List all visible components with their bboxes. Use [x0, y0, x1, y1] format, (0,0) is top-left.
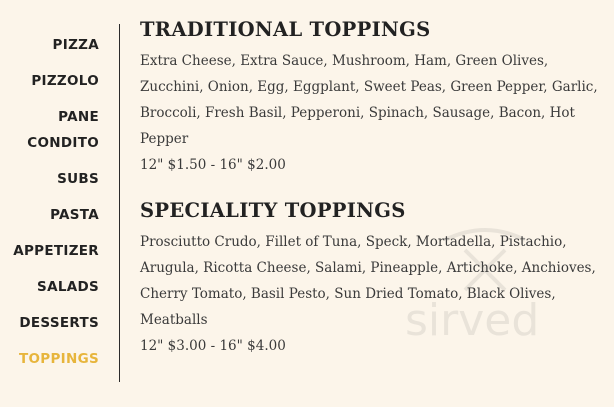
section-title: SPECIALITY TOPPINGS [140, 199, 406, 222]
nav-item-salads[interactable]: SALADS [0, 274, 119, 300]
speciality-toppings-section: SPECIALITY TOPPINGS Prosciutto Crudo, Fi… [140, 199, 600, 359]
section-items: Prosciutto Crudo, Fillet of Tuna, Speck,… [140, 234, 596, 328]
nav-item-desserts[interactable]: DESSERTS [0, 310, 119, 336]
section-price: 12" $1.50 - 16" $2.00 [140, 157, 286, 173]
category-sidebar: PIZZA PIZZOLO PANE CONDITO SUBS PASTA AP… [0, 24, 120, 382]
nav-item-pizza[interactable]: PIZZA [0, 32, 119, 58]
nav-item-appetizer[interactable]: APPETIZER [0, 238, 119, 264]
section-items: Extra Cheese, Extra Sauce, Mushroom, Ham… [140, 53, 598, 147]
nav-item-pasta[interactable]: PASTA [0, 202, 119, 228]
nav-item-toppings[interactable]: TOPPINGS [0, 346, 119, 372]
section-title: TRADITIONAL TOPPINGS [140, 18, 431, 41]
traditional-toppings-section: TRADITIONAL TOPPINGS Extra Cheese, Extra… [140, 18, 600, 178]
nav-item-pane-condito[interactable]: PANE CONDITO [0, 104, 119, 156]
nav-item-pizzolo[interactable]: PIZZOLO [0, 68, 119, 94]
nav-item-subs[interactable]: SUBS [0, 166, 119, 192]
menu-content: TRADITIONAL TOPPINGS Extra Cheese, Extra… [140, 18, 600, 359]
section-price: 12" $3.00 - 16" $4.00 [140, 338, 286, 354]
